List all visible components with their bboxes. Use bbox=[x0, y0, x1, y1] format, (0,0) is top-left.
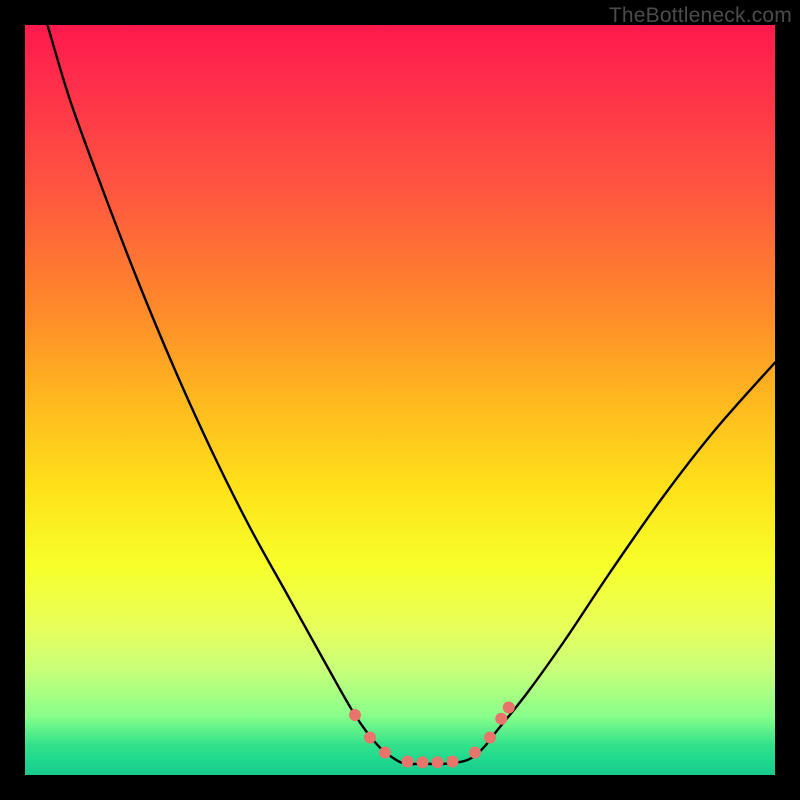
dot-left-3 bbox=[379, 747, 391, 759]
watermark-text: TheBottleneck.com bbox=[609, 4, 792, 28]
chart-frame: TheBottleneck.com bbox=[0, 0, 800, 800]
bottleneck-curve bbox=[48, 25, 776, 764]
dot-right-3 bbox=[495, 713, 507, 725]
dot-right-4 bbox=[503, 702, 515, 714]
curve-markers bbox=[349, 702, 515, 769]
dot-right-1 bbox=[469, 747, 481, 759]
dot-flat-2 bbox=[417, 756, 429, 768]
dot-right-2 bbox=[484, 732, 496, 744]
dot-left-1 bbox=[349, 709, 361, 721]
plot-area bbox=[25, 25, 775, 775]
dot-left-2 bbox=[364, 732, 376, 744]
dot-flat-3 bbox=[432, 756, 444, 768]
dot-flat-4 bbox=[447, 756, 459, 768]
bottleneck-curve-svg bbox=[25, 25, 775, 775]
dot-flat-1 bbox=[402, 756, 414, 768]
